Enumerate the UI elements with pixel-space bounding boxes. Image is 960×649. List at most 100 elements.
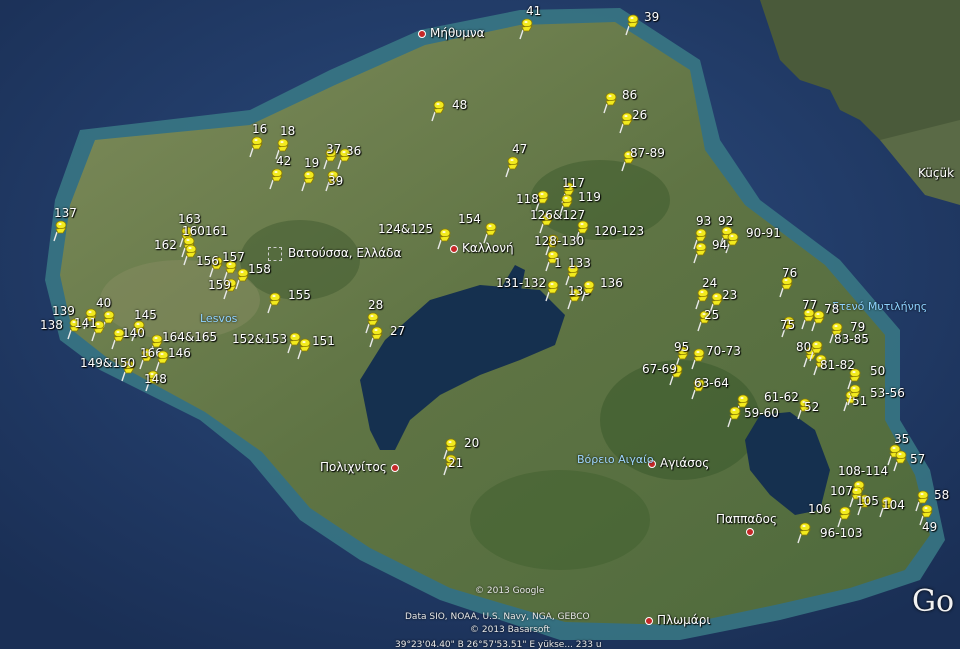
pushpin-icon[interactable] [482,222,498,244]
placemark-label: 16 [252,122,268,136]
placemark-label: 118 [516,192,539,206]
placemark-label: 23 [722,288,738,302]
search-result-marker-icon [268,246,282,261]
placemark-label: 157 [222,250,245,264]
pushpin-icon[interactable] [300,170,316,192]
placemark-label: 141 [74,316,97,330]
island-label-lesvos: Lesvos [200,312,238,325]
place-marker-icon [418,29,426,38]
pushpin-icon[interactable] [796,522,812,544]
placemark-label: 25 [704,308,720,322]
pushpin-icon[interactable] [504,156,520,178]
pushpin-icon[interactable] [268,168,284,190]
placemark-label: 63-64 [694,376,729,390]
placemark-label: 92 [718,214,734,228]
placemark-label: 131-132 [496,276,547,290]
placemark-label: 156 [196,254,219,268]
placemark-label: 107 [830,484,853,498]
placemark-label: 164&165 [162,330,218,344]
placemark-label: 18 [280,124,296,138]
copyright-basarsoft: © 2013 Basarsoft [470,625,550,635]
placemark-label: 36 [346,144,362,158]
placemark-label: 83-85 [834,332,869,346]
placemark-label: 120-123 [594,224,645,238]
placemark-label: 75 [780,318,796,332]
placemark-label: 151 [312,334,335,348]
placemark-label: 61-62 [764,390,799,404]
placemark-label: 24 [702,276,718,290]
placemark-label: 78 [824,302,840,316]
sea-label-north-aegean: Βόρειο Αιγαίο [577,453,654,466]
placemark-label: 96-103 [820,526,863,540]
placemark-label: 67-69 [642,362,677,376]
place-mithymna[interactable]: Μήθυμνα [418,26,485,40]
place-pappados-dot [746,524,758,538]
place-plomari[interactable]: Πλωμάρι [645,613,710,627]
placemark-label: 26 [632,108,648,122]
placemark-label: 19 [304,156,320,170]
pushpin-icon[interactable] [836,506,852,528]
placemark-label: 58 [934,488,950,502]
placemark-label: 159 [208,278,231,292]
pushpin-icon[interactable] [692,242,708,264]
pushpin-icon[interactable] [296,338,312,360]
pushpin-icon[interactable] [726,406,742,428]
pushpin-icon[interactable] [436,228,452,250]
placemark-label: 139 [52,304,75,318]
placemark-label: 35 [894,432,910,446]
placemark-label: 39 [644,10,660,24]
placemark-label: 53-56 [870,386,905,400]
place-marker-icon [746,527,754,536]
placemark-label: 87-89 [630,146,665,160]
placemark-label: 48 [452,98,468,112]
google-logo: Go [912,584,955,619]
placemark-label: 119 [578,190,601,204]
pushpin-icon[interactable] [544,280,560,302]
placemark-label: 146 [168,346,191,360]
placemark-label: 137 [54,206,77,220]
placemark-label: 105 [856,494,879,508]
placemark-label: 138 [40,318,63,332]
placemark-label: 86 [622,88,638,102]
satellite-map[interactable]: Μήθυμνα Καλλονή Βατούσσα, Ελλάδα Πολιχνί… [0,0,960,649]
data-sources: Data SIO, NOAA, U.S. Navy, NGA, GEBCO [405,612,590,622]
placemark-label: 28 [368,298,384,312]
pushpin-icon[interactable] [602,92,618,114]
placemark-label: 40 [96,296,112,310]
pushpin-icon[interactable] [248,136,264,158]
place-vatoussa[interactable]: Βατούσσα, Ελλάδα [268,246,401,261]
placemark-label: 140 [122,326,145,340]
placemark-label: 41 [526,4,542,18]
placemark-label: 152&153 [232,332,288,346]
placemark-label: 90-91 [746,226,781,240]
pushpin-icon[interactable] [368,326,384,348]
place-agiasos[interactable]: Αγιάσος [648,456,709,470]
placemark-label: 94 [712,238,728,252]
pushpin-icon[interactable] [430,100,446,122]
placemark-label: 124&125 [378,222,434,236]
placemark-label: 162 [154,238,177,252]
pushpin-icon[interactable] [846,384,862,406]
placemark-label: 59-60 [744,406,779,420]
placemark-label: 154 [458,212,481,226]
place-kucuk[interactable]: Küçük [918,166,954,180]
placemark-label: 106 [808,502,831,516]
pushpin-icon[interactable] [52,220,68,242]
pushpin-icon[interactable] [580,280,596,302]
placemark-label: 128-130 [534,234,585,248]
place-polichnitos[interactable]: Πολιχνίτος [320,460,403,474]
place-marker-icon [645,616,653,625]
pushpin-icon[interactable] [892,450,908,472]
pushpin-icon[interactable] [518,18,534,40]
placemark-label: 70-73 [706,344,741,358]
pushpin-icon[interactable] [690,348,706,370]
placemark-label: 155 [288,288,311,302]
placemark-label: 42 [276,154,292,168]
placemark-label: 158 [248,262,271,276]
placemark-label: 148 [144,372,167,386]
placemark-label: 76 [782,266,798,280]
pushpin-icon[interactable] [266,292,282,314]
placemark-label: 93 [696,214,712,228]
placemark-label: 52 [804,400,820,414]
pushpin-icon[interactable] [624,14,640,36]
